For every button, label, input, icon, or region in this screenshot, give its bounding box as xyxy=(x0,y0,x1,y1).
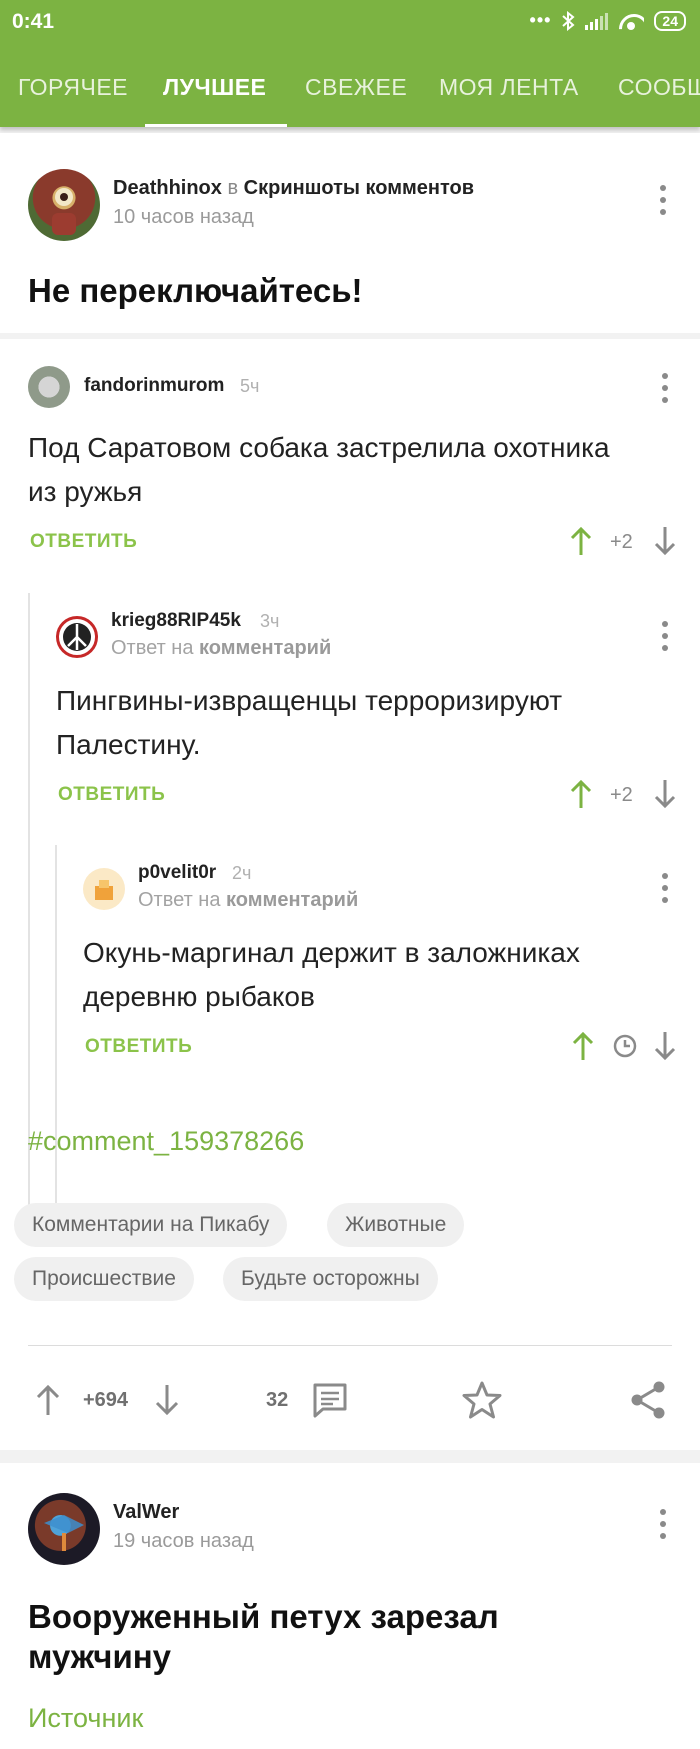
post-author-line: Deathhinox в Скриншоты комментов xyxy=(113,177,474,200)
tab-fresh[interactable]: СВЕЖЕЕ xyxy=(305,74,407,101)
tab-best[interactable]: ЛУЧШЕЕ xyxy=(163,74,266,101)
post-time: 19 часов назад xyxy=(113,1530,254,1552)
arrow-up-icon[interactable] xyxy=(36,1383,60,1417)
comment-username[interactable]: fandorinmurom xyxy=(84,375,224,397)
thread-line xyxy=(55,845,57,1233)
comment-avatar[interactable] xyxy=(28,366,70,408)
app-header: 0:41 ••• 24 ГОРЯЧЕЕ ЛУЧШЕЕ СВЕЖЕЕ МОЯ ЛЕ… xyxy=(0,0,700,127)
comment-avatar[interactable] xyxy=(83,868,125,910)
comment-time: 2ч xyxy=(232,863,252,883)
comment-text-line: Под Саратовом собака застрелила охотника xyxy=(28,432,610,463)
post-rating: +694 xyxy=(83,1389,129,1411)
footer-divider xyxy=(28,1345,672,1346)
kebab-menu-icon[interactable] xyxy=(661,373,669,403)
tab-my-feed[interactable]: МОЯ ЛЕНТА xyxy=(439,74,579,101)
comment-username[interactable]: krieg88RIP45k xyxy=(111,610,241,632)
arrow-down-icon[interactable] xyxy=(155,1383,179,1417)
in-word: в xyxy=(227,177,239,199)
comment-score: +2 xyxy=(610,784,633,806)
post-title[interactable]: Не переключайтесь! xyxy=(28,271,362,311)
comment-text-line: из ружья xyxy=(28,476,143,507)
comment-score: +2 xyxy=(610,531,633,553)
tab-bar: ГОРЯЧЕЕ ЛУЧШЕЕ СВЕЖЕЕ МОЯ ЛЕНТА СООБЩ xyxy=(0,64,700,127)
reply-to-prefix: Ответ на xyxy=(138,889,221,911)
comments-count[interactable]: 32 xyxy=(266,1389,288,1412)
comment-time: 5ч xyxy=(240,376,260,396)
comment-anchor-link[interactable]: #comment_159378266 xyxy=(28,1126,304,1157)
post-card: Deathhinox в Скриншоты комментов 10 часо… xyxy=(0,133,700,1450)
reply-to-target[interactable]: комментарий xyxy=(226,889,358,911)
share-icon[interactable] xyxy=(629,1380,667,1420)
comment-text-line: деревню рыбаков xyxy=(83,981,315,1012)
arrow-up-icon[interactable] xyxy=(570,778,592,810)
comment-avatar[interactable] xyxy=(56,616,98,658)
reply-button[interactable]: ОТВЕТИТЬ xyxy=(30,531,137,553)
kebab-menu-icon[interactable] xyxy=(659,1509,667,1539)
reply-to-prefix: Ответ на xyxy=(111,637,194,659)
comment-time: 3ч xyxy=(260,611,280,631)
post-title-line[interactable]: мужчину xyxy=(28,1637,171,1677)
title-separator xyxy=(0,333,700,339)
bluetooth-icon xyxy=(562,10,575,31)
status-bar: 0:41 ••• 24 xyxy=(0,0,700,44)
kebab-menu-icon[interactable] xyxy=(661,621,669,651)
tab-communities[interactable]: СООБЩ xyxy=(618,74,700,101)
dots-icon: ••• xyxy=(529,10,552,30)
tab-hot[interactable]: ГОРЯЧЕЕ xyxy=(18,74,128,101)
comment-text-line: Пингвины-извращенцы терроризируют xyxy=(56,685,563,716)
arrow-down-icon[interactable] xyxy=(654,525,676,557)
comment-icon[interactable] xyxy=(311,1381,349,1419)
post-time: 10 часов назад xyxy=(113,206,254,228)
tag-chip[interactable]: Животные xyxy=(327,1203,465,1247)
arrow-up-icon[interactable] xyxy=(570,525,592,557)
reply-to-line: Ответ на комментарий xyxy=(138,889,358,912)
arrow-up-icon[interactable] xyxy=(572,1030,594,1062)
arrow-down-icon[interactable] xyxy=(654,778,676,810)
reply-button[interactable]: ОТВЕТИТЬ xyxy=(85,1036,192,1058)
arrow-down-icon[interactable] xyxy=(654,1030,676,1062)
clock-icon xyxy=(613,1034,637,1058)
status-icons: ••• 24 xyxy=(530,10,686,31)
tag-chip[interactable]: Будьте осторожны xyxy=(223,1257,438,1301)
tag-chip[interactable]: Происшествие xyxy=(14,1257,194,1301)
active-tab-indicator xyxy=(145,124,287,127)
battery-icon: 24 xyxy=(654,10,686,31)
tag-chip[interactable]: Комментарии на Пикабу xyxy=(14,1203,288,1247)
author-avatar[interactable] xyxy=(28,1493,100,1565)
post-community[interactable]: Скриншоты комментов xyxy=(244,177,474,199)
comment-username[interactable]: p0velit0r xyxy=(138,862,216,884)
reply-button[interactable]: ОТВЕТИТЬ xyxy=(58,784,165,806)
kebab-menu-icon[interactable] xyxy=(661,873,669,903)
post-author[interactable]: ValWer xyxy=(113,1501,179,1524)
status-time: 0:41 xyxy=(12,10,55,33)
source-link[interactable]: Источник xyxy=(28,1703,143,1734)
comment-text-line: Окунь-маргинал держит в заложниках xyxy=(83,937,580,968)
post-author[interactable]: Deathhinox xyxy=(113,177,222,199)
post-card: ValWer 19 часов назад Вооруженный петух … xyxy=(0,1463,700,1749)
wifi-icon xyxy=(618,12,644,30)
comment-text-line: Палестину. xyxy=(56,729,201,760)
star-icon[interactable] xyxy=(462,1380,502,1420)
reply-to-line: Ответ на комментарий xyxy=(111,637,331,660)
reply-to-target[interactable]: комментарий xyxy=(199,637,331,659)
post-title-line[interactable]: Вооруженный петух зарезал xyxy=(28,1597,499,1637)
kebab-menu-icon[interactable] xyxy=(659,185,667,215)
signal-icon xyxy=(585,12,609,30)
author-avatar[interactable] xyxy=(28,169,100,241)
